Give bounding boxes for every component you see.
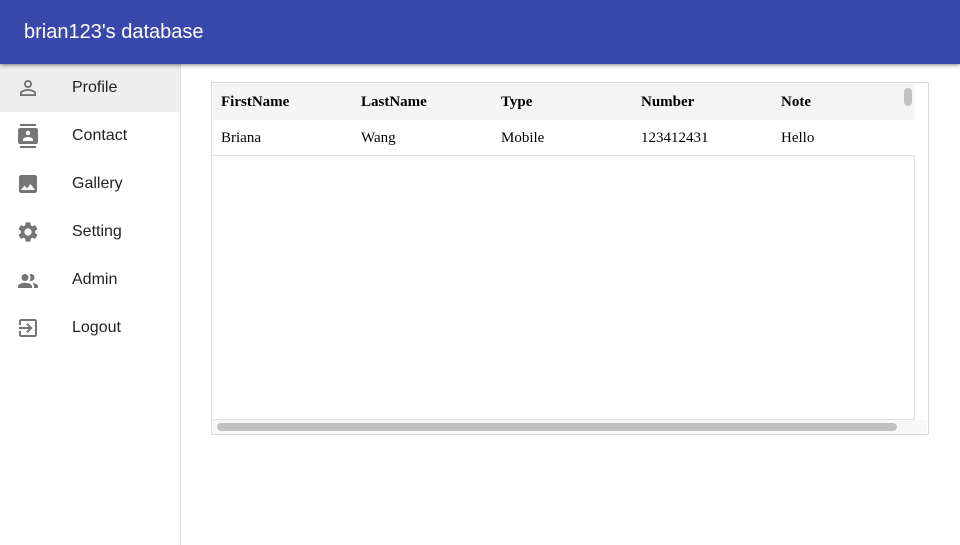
app-title: brian123's database (24, 21, 204, 43)
exit-icon (16, 316, 40, 340)
column-header-firstname[interactable]: FirstName (221, 84, 289, 120)
vertical-scrollbar-thumb[interactable] (904, 88, 912, 106)
sidebar-item-label: Admin (72, 271, 118, 288)
cell-type: Mobile (501, 130, 545, 146)
people-icon (16, 268, 40, 292)
sidebar-item-contact[interactable]: Contact (0, 112, 180, 160)
sidebar-item-logout[interactable]: Logout (0, 304, 180, 352)
table-header: FirstName LastName Type Number Note (213, 84, 901, 120)
sidebar-item-label: Setting (72, 223, 122, 240)
sidebar-item-label: Logout (72, 319, 121, 336)
sidebar-item-label: Gallery (72, 175, 123, 192)
sidebar-item-admin[interactable]: Admin (0, 256, 180, 304)
sidebar-item-setting[interactable]: Setting (0, 208, 180, 256)
table-row[interactable]: Briana Wang Mobile 123412431 Hello (213, 120, 915, 156)
grid-viewport: FirstName LastName Type Number Note Bria… (213, 84, 915, 420)
contact-card-icon (16, 124, 40, 148)
app-bar: brian123's database (0, 0, 960, 64)
cell-lastname: Wang (361, 130, 396, 146)
cell-firstname: Briana (221, 130, 261, 146)
sidebar-item-label: Profile (72, 79, 118, 96)
gear-icon (16, 220, 40, 244)
sidebar: Profile Contact Gallery Setting Admin Lo… (0, 64, 181, 545)
data-grid: FirstName LastName Type Number Note Bria… (211, 82, 929, 435)
cell-number: 123412431 (641, 130, 709, 146)
sidebar-item-profile[interactable]: Profile (0, 64, 180, 112)
cell-note: Hello (781, 130, 815, 146)
column-header-type[interactable]: Type (501, 84, 532, 120)
column-header-note[interactable]: Note (781, 84, 811, 120)
sidebar-item-label: Contact (72, 127, 128, 144)
person-icon (16, 76, 40, 100)
horizontal-scrollbar-thumb[interactable] (217, 423, 897, 431)
horizontal-scrollbar[interactable] (213, 420, 927, 434)
column-header-number[interactable]: Number (641, 84, 694, 120)
image-icon (16, 172, 40, 196)
column-header-lastname[interactable]: LastName (361, 84, 427, 120)
sidebar-item-gallery[interactable]: Gallery (0, 160, 180, 208)
